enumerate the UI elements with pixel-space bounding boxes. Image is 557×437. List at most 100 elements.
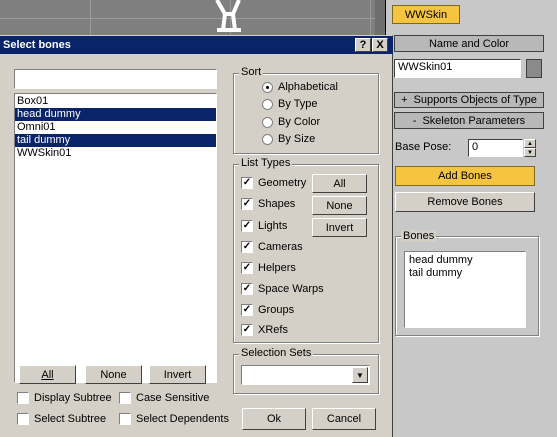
sort-by-size-radio[interactable]: By Size [262, 133, 315, 145]
grid-line [90, 0, 91, 40]
button-label: Remove Bones [427, 196, 503, 208]
check-icon[interactable]: ✓ [241, 262, 253, 274]
dialog-title-bar[interactable]: Select bones ? X [0, 36, 393, 54]
button-label: All [333, 177, 346, 190]
sort-by-type-radio[interactable]: By Type [262, 98, 318, 110]
list-item[interactable]: head dummy [407, 254, 523, 267]
button-label: None [326, 199, 353, 212]
select-subtree-checkbox[interactable]: Select Subtree [17, 413, 106, 425]
add-bones-button[interactable]: Add Bones [395, 166, 535, 186]
checkbox-label: Select Dependents [136, 413, 229, 425]
list-item[interactable]: Omni01 [15, 121, 216, 134]
check-icon[interactable]: ✓ [241, 283, 253, 295]
modifier-stack-item[interactable]: WWSkin [392, 5, 460, 24]
checkbox-box[interactable] [17, 392, 29, 404]
radio-dot[interactable] [262, 133, 273, 145]
type-lights-checkbox[interactable]: ✓ Lights [241, 220, 287, 232]
help-icon[interactable]: ? [355, 38, 371, 52]
list-item[interactable]: tail dummy [15, 134, 216, 147]
base-pose-value: 0 [472, 141, 479, 153]
base-pose-input[interactable]: 0 [468, 139, 523, 157]
button-label: Ok [266, 413, 282, 425]
chevron-down-icon[interactable]: ▼ [352, 367, 368, 383]
spinner-up-icon[interactable]: ▲ [524, 139, 536, 148]
button-label: All [41, 368, 54, 381]
select-dependents-checkbox[interactable]: Select Dependents [119, 413, 229, 425]
checkbox-label: Space Warps [258, 283, 324, 295]
checkbox-label: Cameras [258, 241, 303, 253]
type-groups-checkbox[interactable]: ✓ Groups [241, 304, 294, 316]
selection-sets-label: Selection Sets [239, 347, 314, 359]
button-label: Cancel [326, 413, 362, 425]
types-invert-button[interactable]: Invert [312, 218, 367, 237]
check-icon[interactable]: ✓ [241, 198, 253, 210]
selection-sets-dropdown[interactable]: ▼ [241, 365, 370, 385]
object-name-field[interactable]: WWSkin01 [394, 59, 521, 78]
object-name-value: WWSkin01 [398, 61, 453, 73]
checkbox-box[interactable] [17, 413, 29, 425]
check-icon[interactable]: ✓ [241, 177, 253, 189]
types-none-button[interactable]: None [312, 196, 367, 215]
remove-bones-button[interactable]: Remove Bones [395, 192, 535, 212]
select-bones-dialog: Select bones ? X Box01 head dummy Omni01… [0, 35, 393, 437]
checkbox-box[interactable] [119, 392, 131, 404]
command-panel: WWSkin Name and Color WWSkin01 + Support… [385, 0, 557, 437]
grid-line [370, 0, 371, 40]
base-pose-spinner[interactable]: ▲ ▼ [524, 139, 536, 157]
dialog-title: Select bones [3, 39, 71, 51]
radio-dot[interactable] [262, 81, 273, 93]
object-list[interactable]: Box01 head dummy Omni01 tail dummy WWSki… [14, 93, 217, 383]
radio-dot[interactable] [262, 98, 273, 110]
cancel-button[interactable]: Cancel [312, 408, 376, 430]
checkbox-label: Select Subtree [34, 413, 107, 425]
radio-label: By Color [278, 116, 321, 128]
type-space-warps-checkbox[interactable]: ✓ Space Warps [241, 283, 324, 295]
display-subtree-checkbox[interactable]: Display Subtree [17, 392, 112, 404]
help-glyph: ? [359, 39, 367, 51]
checkbox-label: XRefs [258, 324, 288, 336]
types-all-button[interactable]: All [312, 174, 367, 193]
sort-by-color-radio[interactable]: By Color [262, 116, 320, 128]
button-label: Add Bones [438, 170, 492, 182]
list-item[interactable]: head dummy [15, 108, 216, 121]
name-and-color-rollout[interactable]: Name and Color [394, 35, 544, 52]
type-geometry-checkbox[interactable]: ✓ Geometry [241, 177, 306, 189]
checkbox-label: Lights [258, 220, 288, 232]
filter-input[interactable] [14, 69, 217, 89]
close-icon[interactable]: X [372, 38, 388, 52]
bones-list[interactable]: head dummy tail dummy [404, 251, 526, 328]
ok-button[interactable]: Ok [242, 408, 306, 430]
type-helpers-checkbox[interactable]: ✓ Helpers [241, 262, 296, 274]
viewport[interactable] [0, 0, 385, 40]
check-icon[interactable]: ✓ [241, 324, 253, 336]
radio-label: By Type [278, 98, 318, 110]
list-item[interactable]: Box01 [15, 95, 216, 108]
viewport-border [375, 0, 385, 40]
list-item[interactable]: tail dummy [407, 267, 523, 280]
check-icon[interactable]: ✓ [241, 241, 253, 253]
check-icon[interactable]: ✓ [241, 304, 253, 316]
spinner-down-icon[interactable]: ▼ [524, 148, 536, 157]
select-all-button[interactable]: All [19, 365, 76, 384]
type-xrefs-checkbox[interactable]: ✓ XRefs [241, 324, 288, 336]
close-glyph: X [376, 39, 384, 51]
checkbox-label: Helpers [258, 262, 296, 274]
supports-objects-rollout[interactable]: + Supports Objects of Type [394, 92, 544, 108]
type-shapes-checkbox[interactable]: ✓ Shapes [241, 198, 295, 210]
object-color-swatch[interactable] [526, 59, 542, 78]
rollout-label: Supports Objects of Type [413, 94, 537, 106]
checkbox-box[interactable] [119, 413, 131, 425]
sort-group-label: Sort [239, 66, 264, 78]
case-sensitive-checkbox[interactable]: Case Sensitive [119, 392, 209, 404]
select-invert-button[interactable]: Invert [149, 365, 206, 384]
plus-icon: + [401, 94, 408, 106]
grid-line [0, 18, 385, 19]
type-cameras-checkbox[interactable]: ✓ Cameras [241, 241, 303, 253]
sort-alphabetical-radio[interactable]: Alphabetical [262, 81, 338, 93]
check-icon[interactable]: ✓ [241, 220, 253, 232]
list-item[interactable]: WWSkin01 [15, 147, 216, 160]
radio-dot[interactable] [262, 116, 273, 128]
button-label: None [100, 368, 127, 381]
skeleton-parameters-rollout[interactable]: - Skeleton Parameters [394, 112, 544, 129]
select-none-button[interactable]: None [85, 365, 142, 384]
